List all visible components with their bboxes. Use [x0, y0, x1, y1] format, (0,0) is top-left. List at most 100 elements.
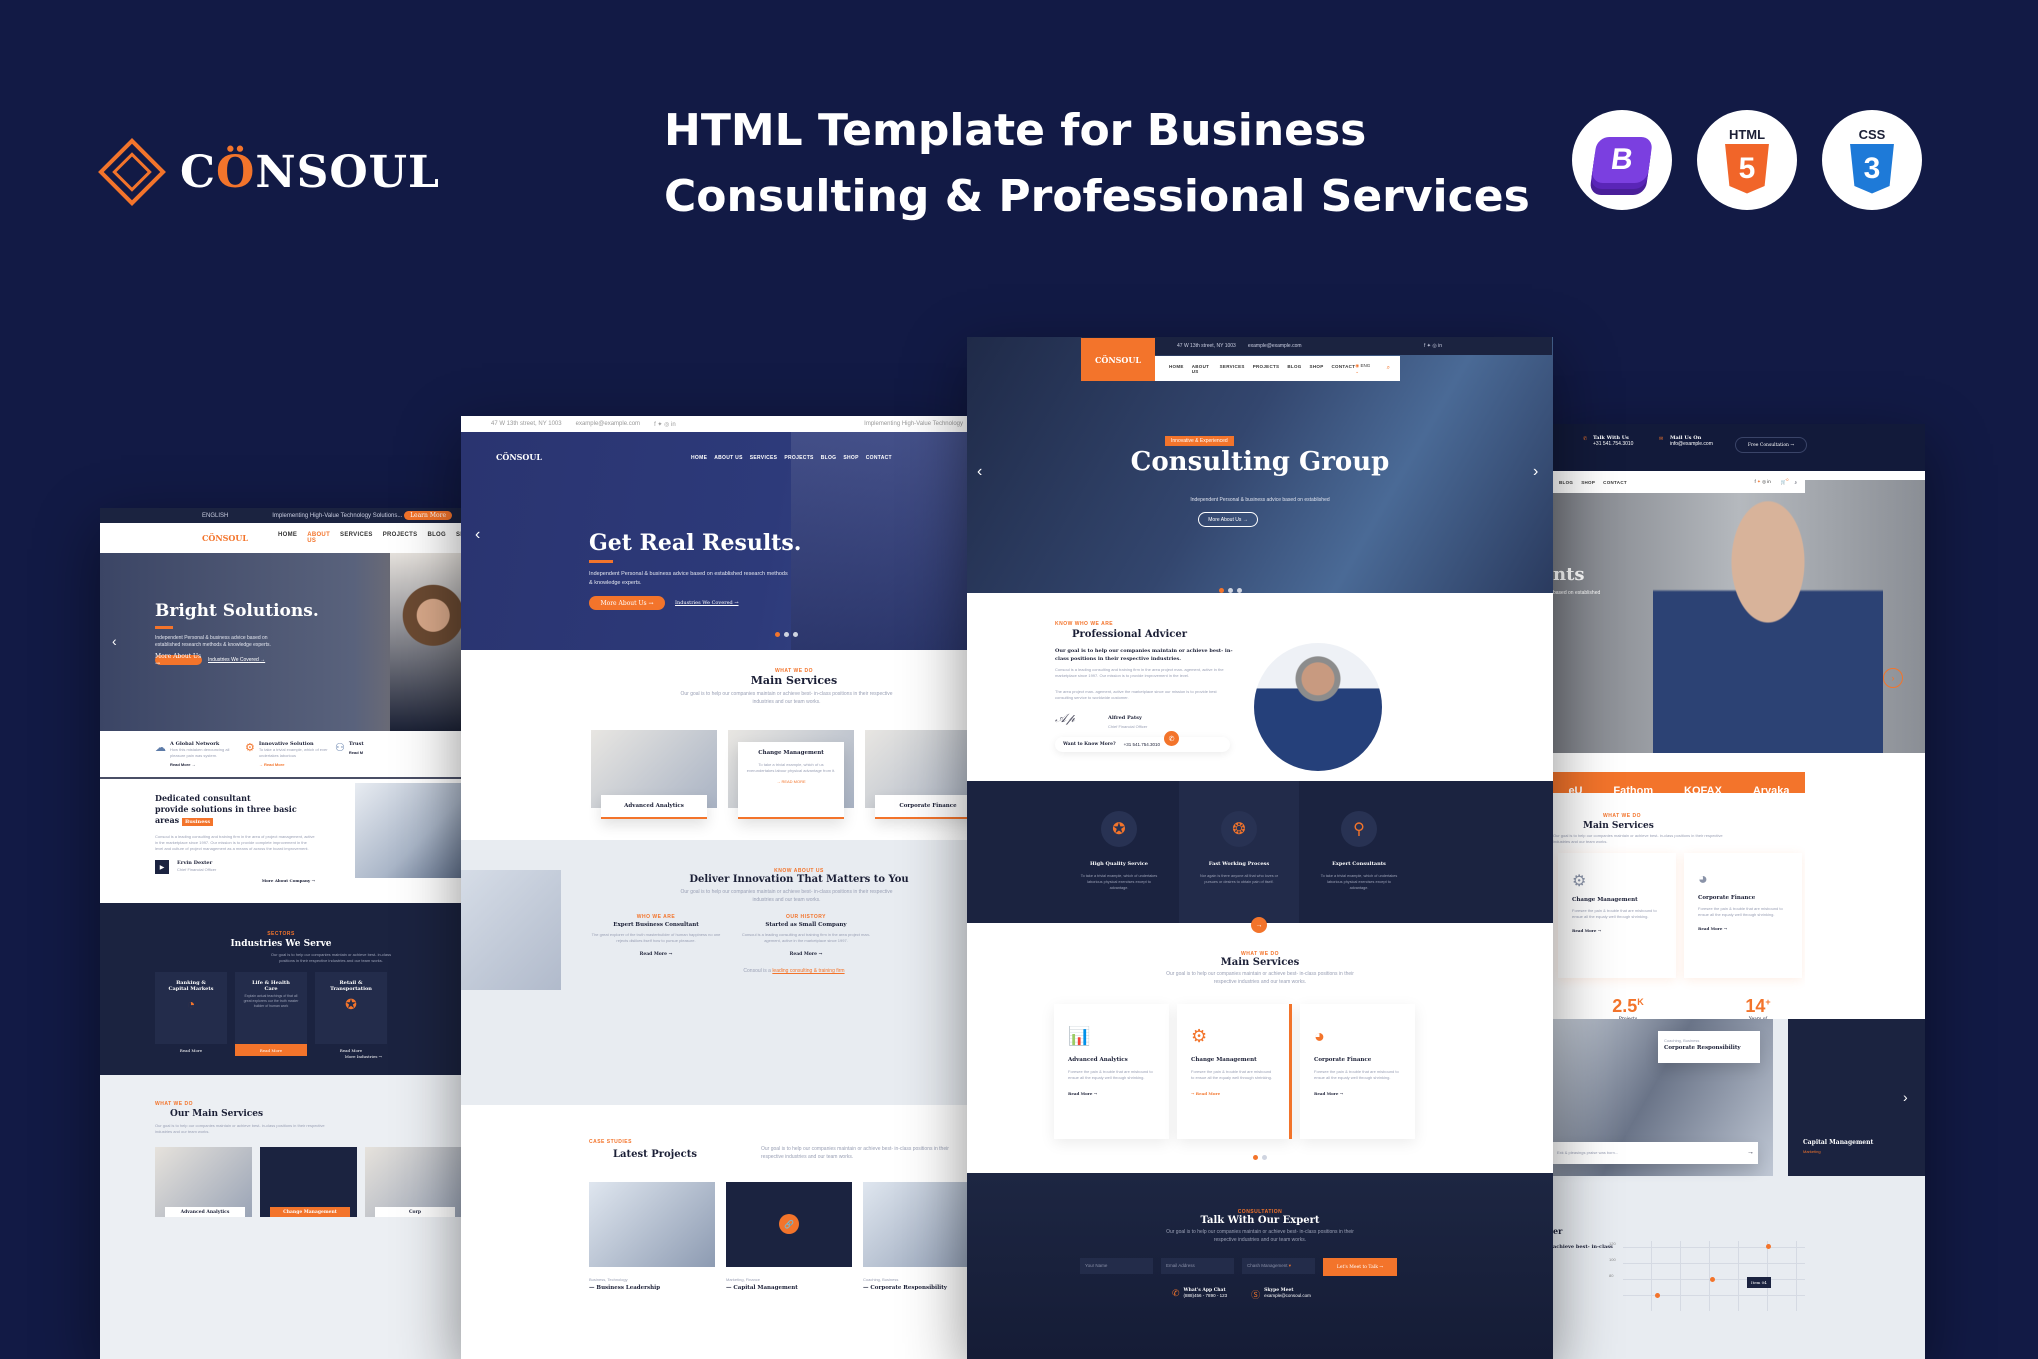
nav-item-about-us[interactable]: ABOUT US: [307, 532, 330, 544]
mail-address[interactable]: info@example.com: [1670, 441, 1713, 447]
logo[interactable]: CÖNSOUL: [202, 533, 248, 543]
social-icons[interactable]: f ✦ ◎ in: [654, 421, 676, 428]
read-more-link[interactable]: → Read More: [1191, 1091, 1275, 1096]
service-select[interactable]: Chash Management ▾: [1242, 1258, 1315, 1274]
skype-contact[interactable]: Ⓢ Skype Meet example@consoul.com: [1251, 1288, 1311, 1301]
arrow-right-icon[interactable]: →: [1251, 917, 1267, 933]
nav-item-blog[interactable]: BLOG: [1559, 480, 1573, 485]
read-more-button[interactable]: Read More: [155, 1044, 227, 1056]
industries-link[interactable]: Industries We Covered →: [208, 657, 265, 663]
nav-item-contact[interactable]: CONTACT: [866, 455, 892, 461]
industry-card[interactable]: Retail & Transportation ✪ Read More: [315, 972, 387, 1053]
more-about-company-link[interactable]: More About Company →: [155, 878, 315, 883]
prev-arrow-icon[interactable]: ‹: [977, 463, 982, 481]
project-title[interactable]: — Capital Management: [726, 1285, 798, 1291]
nav-item-about-us[interactable]: ABOUT US: [714, 455, 743, 461]
email-text[interactable]: example@example.com: [576, 421, 640, 427]
read-more-link[interactable]: Read More →: [170, 762, 240, 767]
prev-arrow-icon[interactable]: ‹: [475, 526, 480, 544]
logo[interactable]: CÖNSOUL: [1081, 338, 1155, 381]
nav-item-blog[interactable]: BLOG: [821, 455, 837, 461]
industry-card[interactable]: Banking & Capital Markets ◔ Read More: [155, 972, 227, 1053]
nav-item-blog[interactable]: BLOG: [1287, 364, 1301, 374]
nav-item-services[interactable]: SERVICES: [750, 455, 778, 461]
dark-project-card[interactable]: › Capital Management Marketing: [1788, 1019, 1925, 1176]
industry-card[interactable]: Life & Health Care Explain actual teachin…: [235, 972, 307, 1056]
language-selector[interactable]: ENGLISH: [202, 513, 228, 519]
service-card[interactable]: Advanced Analytics: [601, 795, 707, 819]
service-card[interactable]: Advanced Analytics: [155, 1147, 252, 1217]
play-icon[interactable]: ▶: [155, 860, 169, 874]
next-arrow-icon[interactable]: ›: [1533, 463, 1538, 481]
read-more-link[interactable]: Read M: [349, 750, 364, 755]
phone-number[interactable]: +31 541.754.3010: [1593, 441, 1633, 447]
read-more-link[interactable]: Read More →: [1314, 1091, 1401, 1096]
project-image[interactable]: [863, 1182, 967, 1267]
project-title[interactable]: — Corporate Responsibility: [863, 1285, 947, 1291]
search-icon[interactable]: ⌕: [1387, 365, 1390, 372]
name-input[interactable]: Your Name: [1080, 1258, 1153, 1274]
read-more-link[interactable]: Read More →: [1572, 928, 1662, 933]
more-about-button[interactable]: More About Us →: [1198, 512, 1258, 527]
nav-item-about-us[interactable]: ABOUT US: [1192, 364, 1212, 374]
nav-item-contact[interactable]: CONTACT: [1332, 364, 1356, 374]
nav-item-blog[interactable]: BLOG: [427, 532, 446, 544]
next-arrow-icon[interactable]: ›: [1903, 1089, 1908, 1105]
nav-item-shop[interactable]: SHOP: [843, 455, 858, 461]
phone-number[interactable]: +31 541.754.3010: [1124, 742, 1160, 747]
logo[interactable]: CÖNSOUL: [496, 452, 542, 462]
read-more-button[interactable]: Read More: [315, 1044, 387, 1056]
read-more-link[interactable]: → READ MORE: [746, 779, 836, 784]
language-selector[interactable]: ◉ ENG ⌄: [1355, 363, 1374, 375]
service-card[interactable]: ◕ Corporate Finance Foresee the pain & tro…: [1300, 1004, 1415, 1139]
free-consultation-button[interactable]: Free Consultation →: [1735, 437, 1807, 453]
nav-item-shop[interactable]: SHOP: [1310, 364, 1324, 374]
read-more-button[interactable]: Read More: [235, 1044, 307, 1056]
nav-item-contact[interactable]: CONTACT: [1603, 480, 1627, 485]
project-image[interactable]: [589, 1182, 715, 1267]
service-card[interactable]: Corporate Finance: [875, 795, 967, 819]
nav-item-services[interactable]: SERVICES: [340, 532, 373, 544]
project-card[interactable]: Coaching, Business Corporate Responsibil…: [1658, 1031, 1760, 1063]
service-card[interactable]: ⚙ Change Management Foresee the pain & tro…: [1558, 853, 1676, 978]
service-card[interactable]: Change Management To take a trivial examp…: [738, 742, 844, 819]
social-icons[interactable]: f ✦ ◎ in: [1424, 343, 1552, 349]
phone-icon[interactable]: ✆: [1164, 731, 1179, 746]
read-more-link[interactable]: Read More →: [1068, 1091, 1155, 1096]
service-card[interactable]: Corp: [365, 1147, 462, 1217]
service-card[interactable]: 📊 Advanced Analytics Foresee the pain & tr…: [1054, 1004, 1169, 1139]
more-about-button[interactable]: More About Us →: [589, 596, 665, 610]
lets-talk-button[interactable]: Let's Meet to Talk →: [1323, 1258, 1397, 1276]
search-icon[interactable]: ⌕: [1794, 480, 1797, 485]
nav-item-home[interactable]: HOME: [278, 532, 297, 544]
link-icon[interactable]: 🔗: [779, 1214, 799, 1234]
nav-item-projects[interactable]: PROJECTS: [1253, 364, 1280, 374]
project-image[interactable]: 🔗: [726, 1182, 852, 1267]
read-more-link[interactable]: Read More →: [741, 952, 871, 957]
project-desc-card[interactable]: Exk & pleasings praise was born... →: [1553, 1142, 1758, 1164]
nav-item-projects[interactable]: PROJECTS: [383, 532, 418, 544]
next-arrow-icon[interactable]: ›: [1883, 668, 1903, 688]
read-more-link[interactable]: → Read More: [259, 762, 330, 767]
prev-arrow-icon[interactable]: ‹: [112, 633, 117, 649]
nav-item-home[interactable]: HOME: [691, 455, 707, 461]
nav-item-services[interactable]: SERVICES: [1220, 364, 1245, 374]
cart-icon[interactable]: 🛒0: [1781, 478, 1789, 486]
nav-item-home[interactable]: HOME: [1169, 364, 1184, 374]
learn-more-button[interactable]: Learn More: [404, 511, 452, 520]
whatsapp-contact[interactable]: ✆ What's App Chat (888)456 - 7890 - 123: [1172, 1288, 1227, 1301]
nav-item-projects[interactable]: PROJECTS: [784, 455, 813, 461]
service-card[interactable]: ◕ Corporate Finance Foresee the pain & tro…: [1684, 853, 1802, 978]
industries-link[interactable]: Industries We Covered →: [675, 600, 739, 606]
service-card[interactable]: ⚙ Change Management Foresee the pain & tro…: [1177, 1004, 1292, 1139]
footnote-link[interactable]: leading consulting & training firm: [772, 968, 844, 974]
nav-item-shop[interactable]: SHOP: [1581, 480, 1595, 485]
social-icons[interactable]: f ✦ ◎ in: [1755, 479, 1771, 485]
service-card[interactable]: Change Management: [260, 1147, 357, 1217]
project-title[interactable]: — Business Leadership: [589, 1285, 660, 1291]
read-more-link[interactable]: Read More →: [1698, 926, 1788, 931]
slider-dots[interactable]: [773, 624, 800, 642]
email-input[interactable]: Email Address: [1161, 1258, 1234, 1274]
read-more-link[interactable]: Read More →: [591, 952, 721, 957]
more-about-button[interactable]: More About Us →: [155, 653, 202, 667]
